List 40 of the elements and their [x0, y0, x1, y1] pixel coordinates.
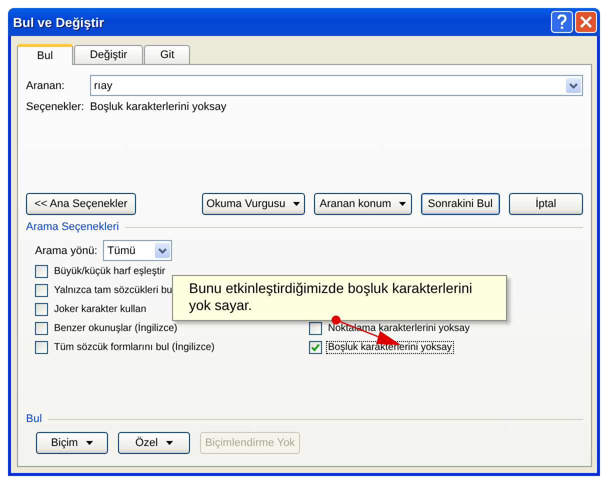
dialog-button[interactable]: İptal	[508, 193, 583, 215]
caret-icon	[86, 441, 93, 445]
dialog-button[interactable]: << Ana Seçenekler	[26, 193, 136, 215]
group-title: Arama Seçenekleri	[26, 221, 119, 233]
tab[interactable]: Git	[144, 45, 190, 64]
chevron-down-icon[interactable]	[155, 243, 170, 258]
field-label: Aranan:	[26, 80, 66, 92]
search-combobox[interactable]: rıay	[90, 75, 583, 96]
help-icon[interactable]	[551, 11, 573, 33]
callout-tooltip: Bunu etkinleştirdiğimizde boşluk karakterlerini yok sayar.	[172, 275, 507, 321]
checkbox[interactable]	[35, 302, 48, 316]
checkbox-label: Büyük/küçük harf eşleştir	[53, 264, 166, 278]
checkbox-label: Benzer okunuşlar (İngilizce)	[53, 322, 178, 334]
chevron-down-icon[interactable]	[566, 78, 581, 93]
dialog-button[interactable]: Aranan konum	[314, 193, 412, 215]
caret-icon	[166, 441, 173, 445]
caret-icon	[293, 202, 300, 206]
window-title: Bul ve Değiştir	[13, 14, 106, 30]
checkbox[interactable]	[35, 264, 48, 278]
tab[interactable]: Değiştir	[74, 45, 144, 64]
checkbox[interactable]	[35, 322, 48, 334]
checkbox-label: Tüm sözcük formlarını bul (İngilizce)	[53, 340, 216, 354]
checkbox[interactable]	[309, 340, 322, 354]
checkbox[interactable]	[309, 322, 322, 334]
direction-label: Arama yönü:	[35, 244, 98, 256]
close-icon[interactable]	[575, 11, 597, 33]
format-button[interactable]: Özel	[118, 432, 190, 454]
dialog-button[interactable]: Okuma Vurgusu	[202, 193, 305, 215]
options-summary: Boşluk karakterlerini yoksay	[90, 101, 226, 113]
checkbox-label: Yalnızca tam sözcükleri bu	[53, 284, 174, 296]
group-title: Bul	[26, 413, 42, 425]
format-button[interactable]: Biçim	[36, 432, 108, 454]
options-label: Seçenekler:	[26, 101, 86, 113]
direction-dropdown[interactable]: Tümü	[103, 240, 172, 261]
checkbox[interactable]	[35, 340, 48, 354]
tab[interactable]: Bul	[17, 44, 73, 65]
dialog-button[interactable]: Sonrakini Bul	[420, 193, 500, 215]
checkbox-label: Joker karakter kullan	[53, 302, 148, 316]
caret-icon	[399, 202, 406, 206]
checkbox[interactable]	[35, 284, 48, 296]
